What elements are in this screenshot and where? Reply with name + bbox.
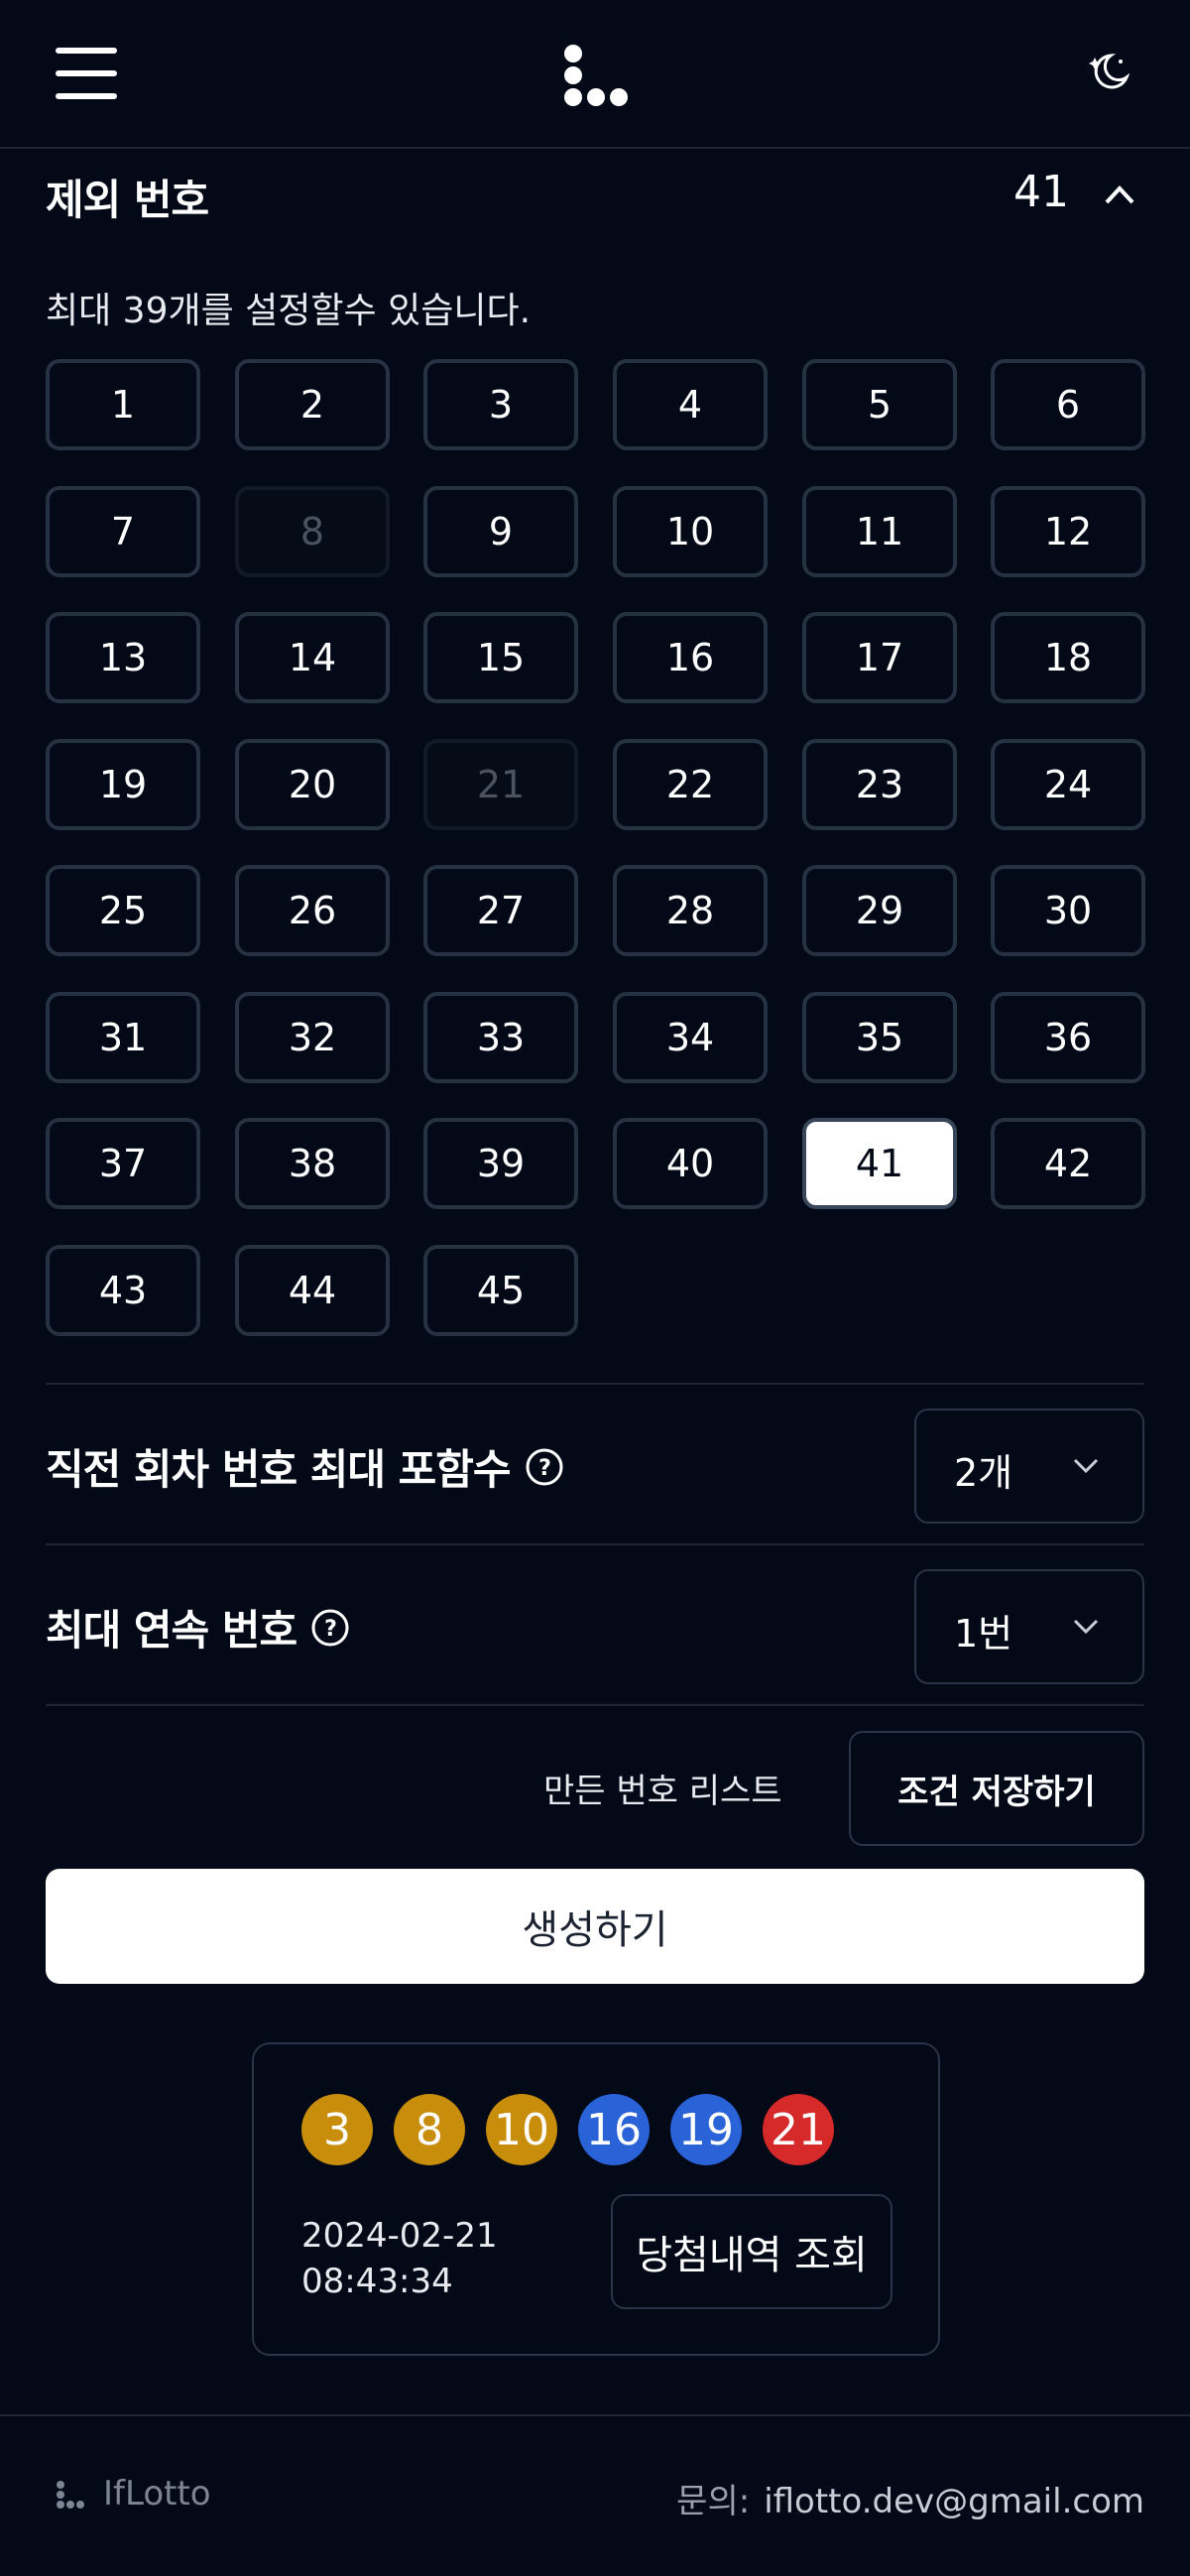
moon-stars-icon[interactable] [1087,50,1130,93]
excluded-title: 제외 번호 [46,176,209,224]
help-icon[interactable]: ? [525,1447,564,1487]
number-button[interactable]: 23 [802,738,957,830]
footer-divider [0,2414,1190,2416]
number-button[interactable]: 9 [423,485,578,577]
result-date: 2024-02-21 [301,2216,498,2256]
lotto-ball: 19 [670,2094,742,2165]
number-button[interactable]: 16 [613,612,768,703]
number-button[interactable]: 1 [46,359,200,450]
number-button[interactable]: 24 [991,738,1145,830]
dots-logo-icon [57,2481,84,2509]
number-button[interactable]: 19 [46,738,200,830]
number-button[interactable]: 4 [613,359,768,450]
divider [46,1704,1144,1706]
number-button[interactable]: 42 [991,1118,1145,1209]
number-button[interactable]: 39 [423,1118,578,1209]
number-list-link[interactable]: 만든 번호 리스트 [543,1764,782,1812]
prev-round-label: 직전 회차 번호 최대 포함수 [46,1445,512,1494]
number-button[interactable]: 43 [46,1244,200,1336]
contact-label: 문의: [676,2482,751,2521]
footer-contact: 문의: iflotto.dev@gmail.com [676,2474,1144,2522]
number-button[interactable]: 40 [613,1118,768,1209]
lotto-ball: 10 [486,2094,557,2165]
number-button[interactable]: 17 [802,612,957,703]
number-button[interactable]: 25 [46,865,200,956]
hamburger-icon[interactable] [56,48,117,99]
consecutive-option: 최대 연속 번호 ? [46,1597,350,1657]
divider [46,1543,1144,1545]
number-button[interactable]: 36 [991,991,1145,1083]
prev-round-option: 직전 회차 번호 최대 포함수 ? [46,1436,564,1497]
number-button[interactable]: 30 [991,865,1145,956]
number-button[interactable]: 18 [991,612,1145,703]
generate-button[interactable]: 생성하기 [46,1869,1144,1984]
help-icon[interactable]: ? [310,1608,350,1648]
number-button[interactable]: 2 [235,359,390,450]
number-button[interactable]: 27 [423,865,578,956]
check-history-button[interactable]: 당첨내역 조회 [611,2194,892,2309]
consecutive-label: 최대 연속 번호 [46,1606,298,1655]
number-button[interactable]: 7 [46,485,200,577]
lotto-ball: 16 [578,2094,650,2165]
number-button[interactable]: 26 [235,865,390,956]
lotto-ball: 8 [394,2094,465,2165]
select-value: 1번 [954,1612,1013,1656]
number-button[interactable]: 35 [802,991,957,1083]
lotto-ball: 3 [301,2094,373,2165]
number-button[interactable]: 3 [423,359,578,450]
excluded-summary: 41 [1013,167,1069,217]
number-button[interactable]: 13 [46,612,200,703]
result-time: 08:43:34 [301,2262,453,2301]
footer-brand: IfLotto [103,2474,211,2514]
contact-email[interactable]: iflotto.dev@gmail.com [764,2482,1144,2521]
chevron-down-icon [1073,1458,1099,1474]
number-button[interactable]: 38 [235,1118,390,1209]
chevron-down-icon [1073,1619,1099,1635]
number-button[interactable]: 6 [991,359,1145,450]
number-button[interactable]: 11 [802,485,957,577]
divider [46,1383,1144,1385]
number-button[interactable]: 41 [802,1118,957,1209]
consecutive-select[interactable]: 1번 [914,1569,1144,1684]
dots-logo-icon[interactable] [561,44,631,107]
svg-text:?: ? [538,1456,550,1481]
save-conditions-button[interactable]: 조건 저장하기 [849,1731,1144,1846]
prev-round-select[interactable]: 2개 [914,1409,1144,1524]
number-button[interactable]: 21 [423,738,578,830]
result-card: 3 8 10 16 19 21 2024-02-21 08:43:34 당첨내역 조회 [252,2042,940,2356]
lotto-ball: 21 [763,2094,834,2165]
number-button[interactable]: 14 [235,612,390,703]
number-button[interactable]: 37 [46,1118,200,1209]
number-button[interactable]: 28 [613,865,768,956]
number-button[interactable]: 34 [613,991,768,1083]
number-button[interactable]: 12 [991,485,1145,577]
number-button[interactable]: 5 [802,359,957,450]
excluded-hint: 최대 39개를 설정할수 있습니다. [46,291,532,331]
svg-text:?: ? [324,1617,336,1642]
number-button[interactable]: 31 [46,991,200,1083]
number-button[interactable]: 15 [423,612,578,703]
app-header [0,0,1190,149]
number-button[interactable]: 8 [235,485,390,577]
number-button[interactable]: 45 [423,1244,578,1336]
number-button[interactable]: 29 [802,865,957,956]
number-button[interactable]: 22 [613,738,768,830]
chevron-up-icon[interactable] [1103,183,1136,206]
number-button[interactable]: 20 [235,738,390,830]
number-button[interactable]: 10 [613,485,768,577]
select-value: 2개 [954,1451,1013,1495]
number-button[interactable]: 33 [423,991,578,1083]
number-button[interactable]: 32 [235,991,390,1083]
result-timestamp: 2024-02-21 08:43:34 [301,2213,498,2304]
number-button[interactable]: 44 [235,1244,390,1336]
